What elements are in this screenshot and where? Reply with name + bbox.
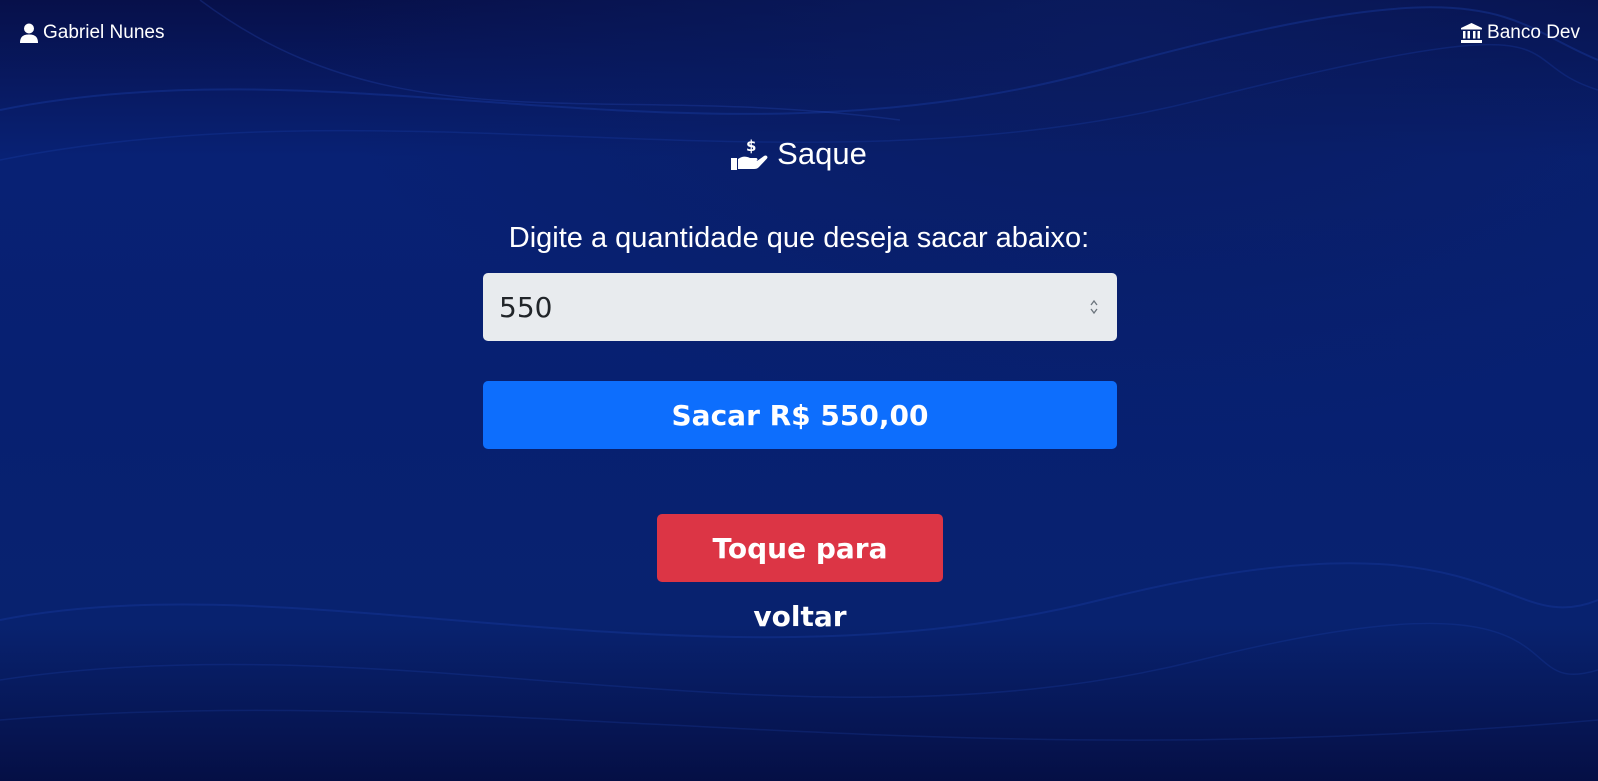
amount-prompt: Digite a quantidade que deseja sacar aba… [508,222,1090,254]
withdraw-button[interactable]: Sacar R$ 550,00 [483,381,1117,449]
number-spinner-icon[interactable] [1089,296,1099,318]
hand-holding-dollar-icon: $ [731,137,769,171]
amount-input[interactable] [499,290,1059,324]
page-title: $ Saque [0,136,1598,172]
svg-text:$: $ [746,137,756,155]
back-button[interactable]: Toque para voltar [657,514,943,633]
title-text: Saque [777,136,867,171]
withdraw-panel: $ Saque Digite a quantidade que deseja s… [0,0,1598,781]
amount-field[interactable] [483,273,1117,341]
